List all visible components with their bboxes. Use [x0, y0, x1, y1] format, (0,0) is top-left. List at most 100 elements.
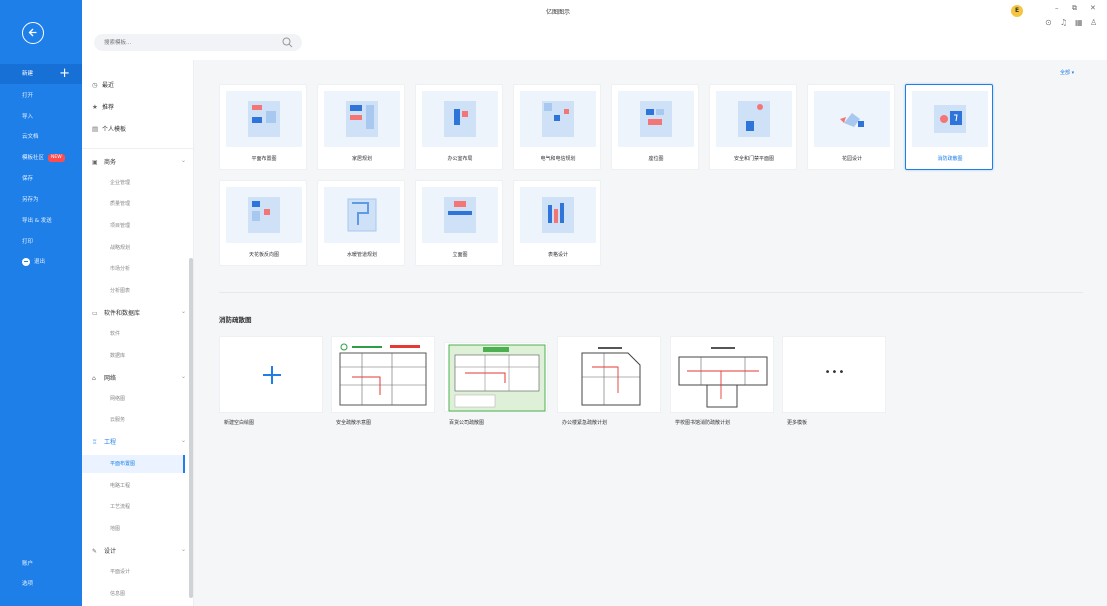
- apps-icon[interactable]: ▦: [1075, 18, 1083, 27]
- template-label: 家居规划: [351, 156, 372, 162]
- category-sub[interactable]: 平面设计: [110, 568, 130, 575]
- template-card[interactable]: 水暖管道规划: [317, 180, 405, 266]
- template-card[interactable]: [670, 336, 774, 413]
- category-group-design[interactable]: ✎ 设计 ⌄: [92, 546, 186, 555]
- bell-icon[interactable]: ♫: [1060, 18, 1067, 27]
- template-label: 更多模板: [787, 420, 808, 426]
- sidebar-item-label: 账户: [22, 561, 34, 567]
- chevron-down-icon: ⌄: [180, 373, 186, 380]
- category-sub[interactable]: 分析图表: [110, 287, 130, 294]
- sidebar-item-save-as[interactable]: 另存为: [0, 190, 82, 210]
- sidebar-item-export-send[interactable]: 导出 & 发送: [0, 211, 82, 231]
- template-label: 水暖管道规划: [346, 252, 377, 258]
- template-card[interactable]: 安全和门禁平面图: [709, 84, 797, 170]
- chevron-down-icon: ⌄: [180, 157, 186, 164]
- category-panel: ◷ 最近 ★ 推荐 ▤ 个人模板 ▣ 商务 ⌄ 企业管理 质量管理 项目管理 战略规划 市…: [82, 60, 194, 606]
- more-templates-card[interactable]: •••: [782, 336, 886, 413]
- category-sub[interactable]: 网络图: [110, 395, 125, 402]
- template-label: 立面图: [452, 252, 468, 258]
- engineering-icon: ♖: [92, 439, 98, 446]
- category-group-network[interactable]: ⌂ 网络 ⌄: [92, 373, 186, 382]
- category-sub[interactable]: 软件: [110, 330, 120, 337]
- new-badge: NEW: [48, 153, 65, 162]
- category-sub[interactable]: 战略规划: [110, 244, 130, 251]
- category-sub[interactable]: 质量管理: [110, 200, 130, 207]
- category-personal-templates[interactable]: ▤ 个人模板: [92, 124, 126, 133]
- category-sub[interactable]: 电路工程: [110, 482, 130, 489]
- sidebar-item-template-community[interactable]: 模板社区 NEW: [0, 148, 82, 168]
- category-group-business[interactable]: ▣ 商务 ⌄: [92, 157, 186, 166]
- sidebar-item-options[interactable]: 选项: [0, 574, 82, 594]
- template-thumbnail: [912, 91, 988, 147]
- category-sub[interactable]: 市场分析: [110, 265, 130, 272]
- sidebar-item-exit[interactable]: 退出: [0, 252, 82, 272]
- sidebar-item-print[interactable]: 打印: [0, 232, 82, 252]
- category-sub[interactable]: 企业管理: [110, 179, 130, 186]
- star-icon: ★: [92, 103, 98, 111]
- category-sub[interactable]: 云服务: [110, 416, 125, 423]
- template-label: 安全和门禁平面图: [733, 156, 774, 162]
- category-sub[interactable]: 工艺流程: [110, 503, 130, 510]
- category-group-engineering[interactable]: ♖ 工程 ⌄: [92, 437, 186, 446]
- template-card[interactable]: [331, 336, 435, 413]
- sidebar-item-open[interactable]: 打开: [0, 86, 82, 106]
- user-avatar[interactable]: E: [1011, 5, 1023, 17]
- sidebar-item-new[interactable]: 新建 +: [0, 64, 82, 84]
- all-filter-dropdown[interactable]: 全部 ▾: [1060, 69, 1074, 76]
- category-sub[interactable]: 信息图: [110, 590, 125, 597]
- help-icon[interactable]: ⊙: [1045, 18, 1052, 27]
- sidebar-item-account[interactable]: 账户: [0, 554, 82, 574]
- category-scrollbar[interactable]: [189, 258, 193, 598]
- category-label: 个人模板: [102, 126, 127, 133]
- template-card[interactable]: 电气和电信规划: [513, 84, 601, 170]
- template-thumbnail: [581, 347, 641, 406]
- minimize-button[interactable]: –: [1055, 4, 1059, 12]
- template-card[interactable]: 办公室布局: [415, 84, 503, 170]
- template-card[interactable]: 平面布置图: [219, 84, 307, 170]
- title-bar: 亿图图示 E – ⧉ ✕ ⊙ ♫ ▦ ♙: [82, 0, 1107, 60]
- template-card[interactable]: 立面图: [415, 180, 503, 266]
- plus-icon[interactable]: +: [59, 64, 70, 84]
- template-card[interactable]: 花园设计: [807, 84, 895, 170]
- search-box[interactable]: [94, 34, 302, 51]
- search-icon[interactable]: [282, 37, 293, 48]
- template-card[interactable]: [444, 342, 548, 412]
- template-thumbnail: [520, 91, 596, 147]
- category-group-software-db[interactable]: ▭ 软件和数据库 ⌄: [92, 308, 186, 317]
- template-card[interactable]: [557, 336, 661, 413]
- shirt-icon[interactable]: ♙: [1090, 18, 1097, 27]
- sidebar-item-label: 新建: [22, 71, 34, 77]
- template-card[interactable]: 座位图: [611, 84, 699, 170]
- sidebar-item-label: 打开: [22, 93, 34, 99]
- sidebar-item-label: 保存: [22, 176, 34, 182]
- category-sub-active[interactable]: 平面布置图: [82, 455, 185, 473]
- section-divider: [219, 292, 1083, 293]
- restore-button[interactable]: ⧉: [1072, 4, 1077, 13]
- template-thumbnail: [716, 91, 792, 147]
- sidebar-item-label: 云文档: [22, 134, 39, 140]
- template-thumbnail: [226, 187, 302, 243]
- app-title: 亿图图示: [545, 9, 570, 16]
- template-label: 安全疏散示意图: [336, 420, 372, 426]
- category-sub[interactable]: 项目管理: [110, 222, 130, 229]
- back-arrow-icon[interactable]: [22, 22, 44, 44]
- category-sub[interactable]: 数据库: [110, 352, 125, 359]
- template-label: 表格设计: [547, 252, 568, 258]
- template-thumbnail: [422, 91, 498, 147]
- template-card[interactable]: 天花板反向图: [219, 180, 307, 266]
- template-card[interactable]: 表格设计: [513, 180, 601, 266]
- template-card-selected[interactable]: 消防疏散图: [905, 84, 993, 170]
- category-recent[interactable]: ◷ 最近: [92, 80, 114, 89]
- template-thumbnail: [422, 187, 498, 243]
- template-label: 平面布置图: [251, 156, 277, 162]
- search-input[interactable]: [104, 37, 274, 48]
- template-thumbnail: [324, 91, 400, 147]
- close-button[interactable]: ✕: [1090, 4, 1096, 12]
- template-card[interactable]: 家居规划: [317, 84, 405, 170]
- new-blank-card[interactable]: [219, 336, 323, 413]
- sidebar-item-cloud-docs[interactable]: 云文档: [0, 127, 82, 147]
- sidebar-item-import[interactable]: 导入: [0, 107, 82, 127]
- category-recommended[interactable]: ★ 推荐: [92, 102, 114, 111]
- category-sub[interactable]: 地图: [110, 525, 120, 532]
- sidebar-item-save[interactable]: 保存: [0, 169, 82, 189]
